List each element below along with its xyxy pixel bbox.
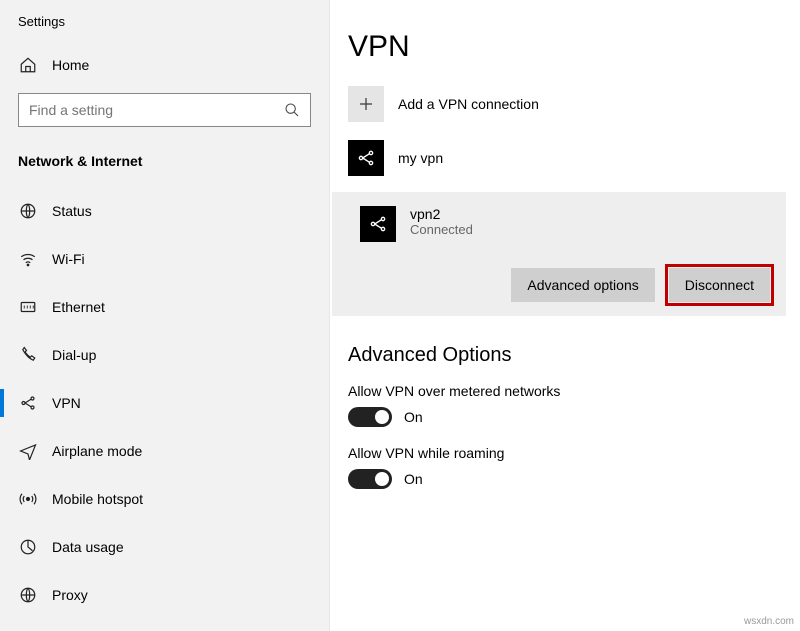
nav-list: Status Wi-Fi Ethernet Dial-up bbox=[0, 187, 329, 619]
disconnect-button[interactable]: Disconnect bbox=[669, 268, 770, 302]
sidebar-item-dialup[interactable]: Dial-up bbox=[0, 331, 329, 379]
toggle-metered-switch[interactable] bbox=[348, 407, 392, 427]
vpn-item-selected[interactable]: vpn2 Connected Advanced options Disconne… bbox=[332, 192, 786, 316]
airplane-icon bbox=[18, 441, 38, 461]
nav-label: Data usage bbox=[52, 539, 124, 555]
page-title: VPN bbox=[348, 30, 800, 64]
toggle-roaming-label: Allow VPN while roaming bbox=[348, 445, 800, 461]
proxy-icon bbox=[18, 585, 38, 605]
sidebar-item-ethernet[interactable]: Ethernet bbox=[0, 283, 329, 331]
vpn-item-name: my vpn bbox=[398, 150, 443, 166]
ethernet-icon bbox=[18, 297, 38, 317]
toggle-roaming-state: On bbox=[404, 471, 423, 487]
sidebar-item-wifi[interactable]: Wi-Fi bbox=[0, 235, 329, 283]
section-header: Network & Internet bbox=[0, 147, 329, 187]
datausage-icon bbox=[18, 537, 38, 557]
sidebar-item-home[interactable]: Home bbox=[0, 47, 329, 83]
app-title: Settings bbox=[0, 10, 329, 47]
nav-label: Wi-Fi bbox=[52, 251, 85, 267]
nav-label: Mobile hotspot bbox=[52, 491, 143, 507]
status-icon bbox=[18, 201, 38, 221]
nav-label: Status bbox=[52, 203, 92, 219]
vpn-item[interactable]: my vpn bbox=[348, 140, 800, 176]
watermark: wsxdn.com bbox=[744, 616, 794, 627]
plus-icon bbox=[348, 86, 384, 122]
sidebar: Settings Home Network & Internet Status bbox=[0, 0, 330, 631]
sidebar-item-status[interactable]: Status bbox=[0, 187, 329, 235]
search-icon bbox=[282, 100, 302, 120]
add-vpn-connection[interactable]: Add a VPN connection bbox=[348, 86, 800, 122]
advanced-options-button[interactable]: Advanced options bbox=[511, 268, 654, 302]
add-vpn-label: Add a VPN connection bbox=[398, 96, 539, 112]
sidebar-item-airplane[interactable]: Airplane mode bbox=[0, 427, 329, 475]
nav-label: Ethernet bbox=[52, 299, 105, 315]
main-content: VPN Add a VPN connection my vpn vpn2 Con… bbox=[330, 0, 800, 631]
home-icon bbox=[18, 55, 38, 75]
nav-label: VPN bbox=[52, 395, 81, 411]
vpn-selected-name: vpn2 bbox=[410, 206, 473, 222]
home-label: Home bbox=[52, 57, 89, 73]
toggle-metered: Allow VPN over metered networks On bbox=[348, 383, 800, 427]
advanced-options-header: Advanced Options bbox=[348, 344, 800, 367]
vpn-selected-status: Connected bbox=[410, 222, 473, 237]
sidebar-item-datausage[interactable]: Data usage bbox=[0, 523, 329, 571]
vpn-icon bbox=[18, 393, 38, 413]
toggle-metered-state: On bbox=[404, 409, 423, 425]
toggle-roaming-switch[interactable] bbox=[348, 469, 392, 489]
nav-label: Dial-up bbox=[52, 347, 96, 363]
toggle-metered-label: Allow VPN over metered networks bbox=[348, 383, 800, 399]
nav-label: Proxy bbox=[52, 587, 88, 603]
dialup-icon bbox=[18, 345, 38, 365]
wifi-icon bbox=[18, 249, 38, 269]
vpn-network-icon bbox=[360, 206, 396, 242]
vpn-network-icon bbox=[348, 140, 384, 176]
hotspot-icon bbox=[18, 489, 38, 509]
search-box[interactable] bbox=[18, 93, 311, 127]
sidebar-item-proxy[interactable]: Proxy bbox=[0, 571, 329, 619]
toggle-roaming: Allow VPN while roaming On bbox=[348, 445, 800, 489]
nav-label: Airplane mode bbox=[52, 443, 142, 459]
search-input[interactable] bbox=[29, 102, 275, 118]
sidebar-item-hotspot[interactable]: Mobile hotspot bbox=[0, 475, 329, 523]
sidebar-item-vpn[interactable]: VPN bbox=[0, 379, 329, 427]
